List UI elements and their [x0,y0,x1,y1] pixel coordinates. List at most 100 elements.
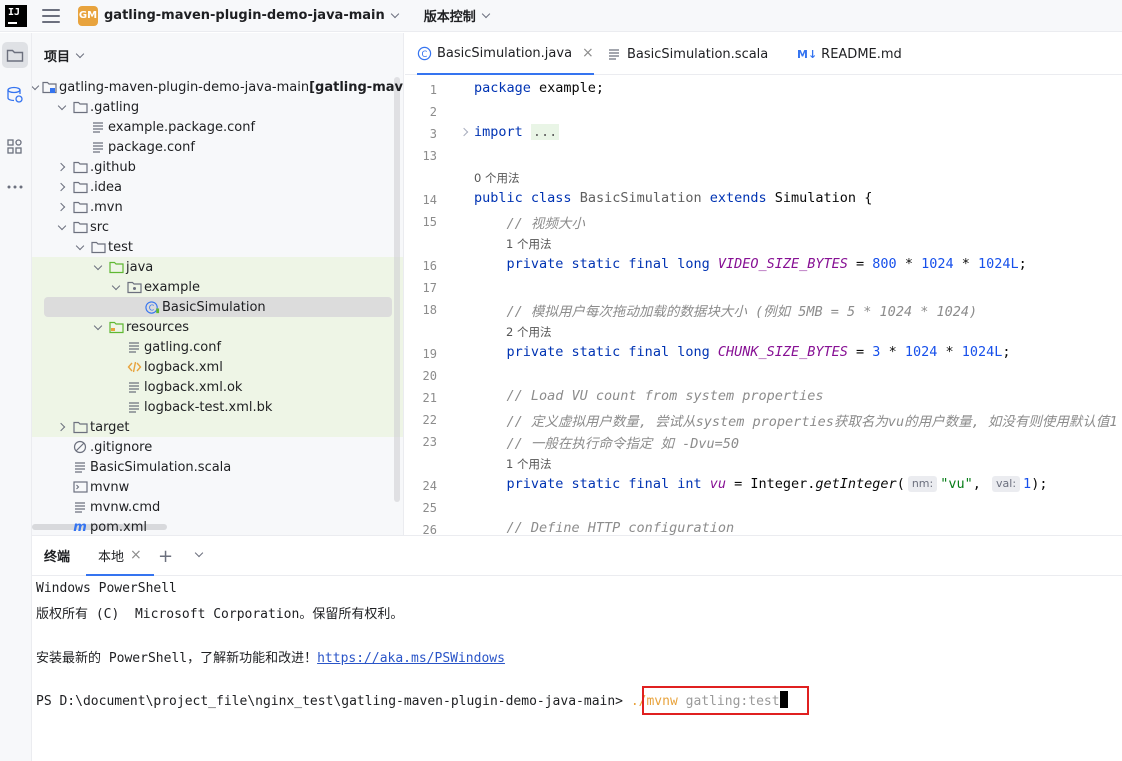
tree-item[interactable]: src [32,217,403,237]
chevron-down-icon[interactable] [92,261,104,273]
line-number: 20 [422,369,437,383]
text-file-icon [90,119,106,135]
more-tools-button[interactable] [2,174,28,200]
tree-item-label: .github [90,159,136,175]
tab-basicsimulation-scala[interactable]: BasicSimulation.scala [607,33,768,75]
line-number: 16 [422,259,437,273]
chevron-down-icon[interactable] [75,49,85,58]
chevron-down-icon[interactable] [92,321,104,333]
tree-item-label: .gitignore [90,439,153,455]
chevron-down-icon[interactable] [56,101,68,113]
test-resources-folder-icon [108,319,124,335]
chevron-down-icon[interactable] [32,81,38,93]
tree-item[interactable]: example.package.conf [32,117,403,137]
text-file-icon [126,399,142,415]
project-selector[interactable]: gatling-maven-plugin-demo-java-main [104,8,385,23]
folder-icon [72,179,88,195]
chevron-right-icon[interactable] [56,201,68,213]
tree-item[interactable]: example [32,277,403,297]
tree-item[interactable]: logback.xml [32,357,403,377]
project-tool-button[interactable] [2,42,28,68]
code-area[interactable]: 1 2 3 13 14 15 16 17 18 19 20 21 22 23 2… [405,76,1122,535]
chevron-down-icon[interactable] [481,9,491,19]
tree-item[interactable]: gatling-maven-plugin-demo-java-main [gat… [32,77,403,97]
chevron-down-icon[interactable] [390,9,399,19]
tree-item[interactable]: resources [32,317,403,337]
structure-tool-button[interactable] [2,134,28,160]
editor-tabs: C BasicSimulation.java × BasicSimulation… [405,33,1122,75]
highlight-box [642,686,809,715]
folded-imports[interactable]: ... [530,124,560,140]
tree-item[interactable]: logback-test.xml.bk [32,397,403,417]
chevron-down-icon[interactable] [194,548,204,558]
text-file-icon [72,459,88,475]
more-horizontal-icon [7,185,23,189]
tab-basicsimulation-java[interactable]: C BasicSimulation.java × [417,33,594,75]
tree-vertical-scrollbar[interactable] [394,77,400,502]
tree-item[interactable]: logback.xml.ok [32,377,403,397]
tree-item[interactable]: BasicSimulation.scala [32,457,403,477]
text-file-icon [90,139,106,155]
vcs-menu[interactable]: 版本控制 [424,6,476,25]
tree-item[interactable]: .github [32,157,403,177]
chevron-right-icon[interactable] [56,161,68,173]
chevron-down-icon[interactable] [110,281,122,293]
maven-file-icon: m [73,519,87,535]
add-terminal-icon[interactable]: + [158,546,173,567]
package-icon [126,279,142,295]
usage-hint[interactable]: 2 个用法 [506,324,551,340]
chevron-right-icon[interactable] [56,421,68,433]
line-number: 21 [422,391,437,405]
tree-item[interactable]: .idea [32,177,403,197]
powershell-link[interactable]: https://aka.ms/PSWindows [317,651,505,666]
tree-item[interactable]: target [32,417,403,437]
tree-item-label: test [108,239,133,255]
code-line: // 定义虚拟用户数量, 尝试从system properties获取名为vu的… [506,414,1118,430]
folder-icon [90,239,106,255]
code-line: public class BasicSimulation extends Sim… [474,190,873,206]
tree-item[interactable]: test [32,237,403,257]
usage-hint[interactable]: 1 个用法 [506,456,551,472]
database-icon [7,86,23,103]
terminal-title: 终端 [44,550,71,565]
usage-hint[interactable]: 1 个用法 [506,236,551,252]
tree-item[interactable]: mvnw [32,477,403,497]
tree-item[interactable]: mvnw.cmd [32,497,403,517]
test-source-folder-icon [108,259,124,275]
intellij-logo-icon[interactable]: IJ [5,4,27,27]
tree-item[interactable]: .mvn [32,197,403,217]
tree-item[interactable]: m pom.xml [32,517,403,535]
project-badge[interactable]: GM [78,5,98,26]
chevron-right-icon[interactable] [56,181,68,193]
tree-item-label: gatling.conf [144,339,222,355]
close-icon[interactable]: × [582,45,594,61]
services-tool-button[interactable] [2,82,28,108]
fold-expand-icon[interactable] [459,127,469,137]
param-hint: val: [992,476,1021,492]
terminal-tab-local[interactable]: 本地 × [86,536,154,576]
close-icon[interactable]: × [130,547,142,563]
tree-item[interactable]: gatling.conf [32,337,403,357]
tree-item-label: logback.xml [144,359,223,375]
tree-item-suffix: [gatling-maven [309,79,403,95]
terminal-tab-label: 本地 [98,549,125,565]
java-class-icon: C [417,46,432,60]
chevron-down-icon[interactable] [74,241,86,253]
tree-item[interactable]: java [32,257,403,277]
line-number: 26 [422,523,437,535]
project-panel-header[interactable]: 项目 [32,33,403,77]
tab-label: BasicSimulation.java [437,45,573,61]
usage-hint[interactable]: 0 个用法 [474,170,519,186]
folder-icon [72,159,88,175]
tree-item[interactable]: .gitignore [32,437,403,457]
code-line: private static final long VIDEO_SIZE_BYT… [506,256,1027,272]
tree-item[interactable]: C BasicSimulation [32,297,403,317]
tree-item[interactable]: package.conf [32,137,403,157]
tree-item-label: logback-test.xml.bk [144,399,273,415]
chevron-down-icon[interactable] [56,221,68,233]
tab-readme-md[interactable]: M↓ README.md [797,33,902,75]
main-menu-icon[interactable] [42,8,60,23]
tree-item[interactable]: .gatling [32,97,403,117]
code-line: // 一般在执行命令指定 如 -Dvu=50 [506,436,740,452]
